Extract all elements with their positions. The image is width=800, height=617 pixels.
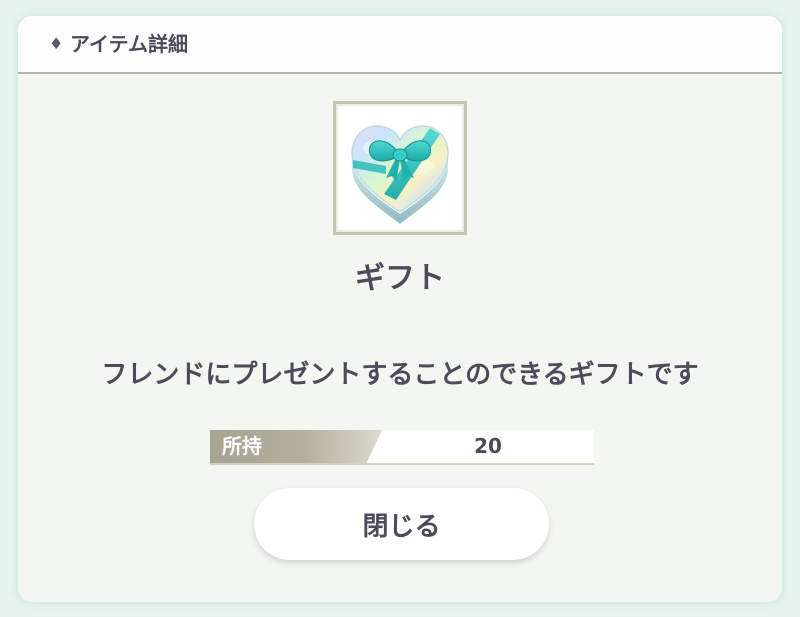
close-button[interactable]: 閉じる — [254, 488, 549, 560]
dialog-header: ♦ アイテム詳細 — [18, 16, 782, 74]
owned-value: 20 — [474, 434, 502, 458]
item-description: フレンドにプレゼントすることのできるギフトです — [101, 360, 699, 390]
dialog-title: アイテム詳細 — [70, 32, 188, 56]
item-name: ギフト — [355, 261, 445, 296]
item-icon-frame — [333, 101, 467, 235]
owned-count-row: 所持 20 — [210, 430, 594, 465]
item-detail-dialog: ♦ アイテム詳細 ギフト フレンドにプレゼントすることのできるギフトです 所持 … — [18, 16, 782, 602]
owned-label: 所持 — [222, 434, 262, 458]
heart-gift-box-icon — [351, 125, 449, 224]
diamond-icon: ♦ — [49, 34, 64, 53]
